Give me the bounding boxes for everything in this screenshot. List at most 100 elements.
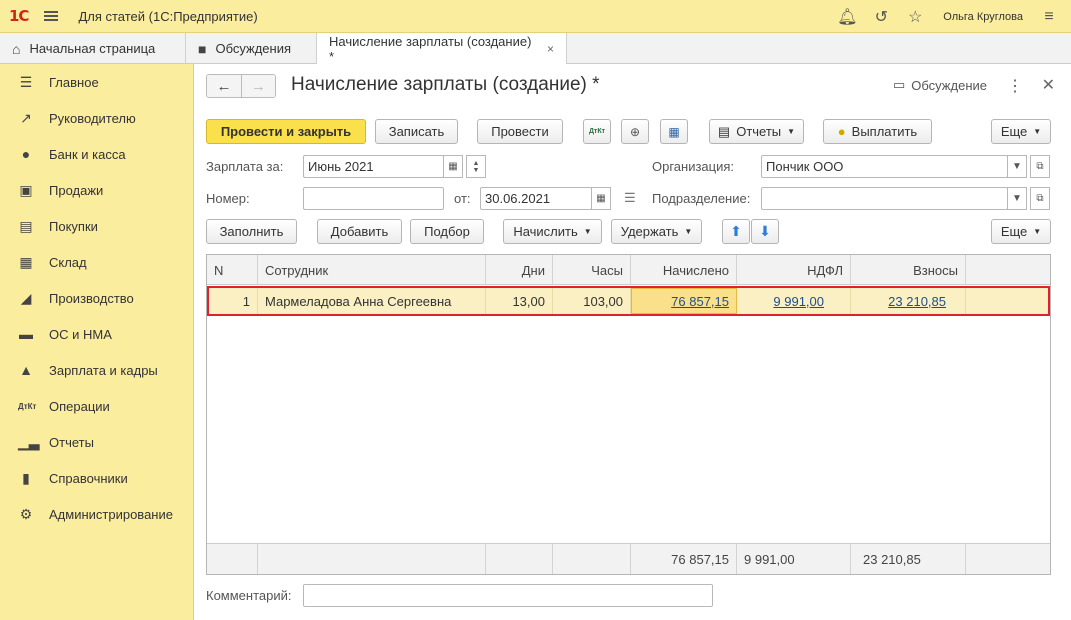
gear-icon: ⚙ (19, 505, 33, 522)
user-name[interactable]: Ольга Круглова (943, 11, 1023, 23)
select-button[interactable]: Подбор (410, 219, 484, 244)
sidebar-item-main[interactable]: ☰ Главное (0, 64, 193, 100)
book-icon: ▮ (22, 469, 30, 486)
forward-icon[interactable]: → (241, 75, 275, 97)
move-down-icon[interactable]: ⬇ (751, 219, 779, 244)
total-ndfl: 9 991,00 (737, 544, 851, 574)
history-list-icon[interactable]: ☰ (624, 190, 636, 206)
app-logo[interactable]: 1С (9, 7, 29, 25)
org-field[interactable]: Пончик ООО (761, 155, 1008, 178)
footer-cell (553, 544, 631, 574)
sidebar-item-sales[interactable]: ▣ Продажи (0, 172, 193, 208)
discussion-link[interactable]: ▭ Обсуждение (893, 77, 987, 93)
number-field[interactable] (303, 187, 444, 210)
reports-icon: ▤ (717, 123, 731, 139)
sidebar-item-assets[interactable]: ▬ ОС и НМА (0, 316, 193, 352)
sidebar-item-salary[interactable]: ▲ Зарплата и кадры (0, 352, 193, 388)
history-icon[interactable]: ↺ (869, 5, 893, 29)
more-label: Еще (1000, 224, 1028, 239)
back-icon[interactable]: ← (207, 75, 241, 97)
cell-ndfl[interactable]: 9 991,00 (737, 288, 851, 314)
close-icon[interactable]: ✕ (1042, 75, 1055, 95)
save-button[interactable]: Записать (375, 119, 458, 144)
coin-icon: ● (837, 124, 846, 139)
more-button[interactable]: Еще ▼ (991, 119, 1051, 144)
post-and-close-button[interactable]: Провести и закрыть (206, 119, 366, 144)
col-header-contrib[interactable]: Взносы (851, 255, 966, 285)
more-actions-icon[interactable]: ⋮ (1007, 76, 1023, 96)
col-header-employee[interactable]: Сотрудник (258, 255, 486, 285)
cell-days[interactable]: 13,00 (486, 288, 553, 314)
sidebar-item-warehouse[interactable]: ▦ Склад (0, 244, 193, 280)
table-row[interactable]: 1 Мармеладова Анна Сергеевна 13,00 103,0… (207, 286, 1050, 316)
open-icon[interactable]: ⧉ (1030, 187, 1050, 210)
sidebar-item-operations[interactable]: ДтКт Операции (0, 388, 193, 424)
calendar-icon[interactable]: ▦ (591, 187, 611, 210)
dept-field[interactable] (761, 187, 1008, 210)
close-icon[interactable]: × (547, 42, 554, 56)
tab-label: Начальная страница (29, 41, 156, 56)
tab-discussions[interactable]: ■ Обсуждения (186, 33, 317, 64)
home-icon: ⌂ (12, 40, 21, 57)
accrue-button[interactable]: Начислить ▼ (503, 219, 602, 244)
cell-employee[interactable]: Мармеладова Анна Сергеевна (258, 288, 486, 314)
star-icon[interactable]: ☆ (903, 5, 927, 29)
cell-hours[interactable]: 103,00 (553, 288, 631, 314)
dt-kt-icon[interactable]: ДтКт (583, 119, 611, 144)
calendar-icon[interactable]: ▦ (443, 155, 463, 178)
salary-for-label: Зарплата за: (206, 159, 284, 174)
accrue-label: Начислить (513, 224, 578, 239)
chevron-down-icon: ▼ (1033, 127, 1042, 136)
structure-icon[interactable]: ▦ (660, 119, 688, 144)
post-button[interactable]: Провести (477, 119, 563, 144)
contrib-link[interactable]: 23 210,85 (888, 294, 946, 309)
reports-button[interactable]: ▤ Отчеты ▼ (709, 119, 804, 144)
date-field[interactable]: 30.06.2021 (480, 187, 592, 210)
pay-button[interactable]: ● Выплатить (823, 119, 932, 144)
tab-home[interactable]: ⌂ Начальная страница (0, 33, 186, 64)
accrued-link[interactable]: 76 857,15 (671, 294, 729, 309)
ndfl-link[interactable]: 9 991,00 (773, 294, 824, 309)
chevron-down-icon[interactable]: ▼ (1007, 187, 1027, 210)
col-header-ndfl[interactable]: НДФЛ (737, 255, 851, 285)
chevron-down-icon[interactable]: ▼ (1007, 155, 1027, 178)
col-header-hours[interactable]: Часы (553, 255, 631, 285)
sidebar-item-label: Главное (49, 74, 99, 90)
table-more-button[interactable]: Еще ▼ (991, 219, 1051, 244)
add-button[interactable]: Добавить (317, 219, 402, 244)
sidebar-item-label: Руководителю (49, 110, 136, 126)
bell-icon[interactable]: 🔔︎ (835, 5, 859, 29)
col-header-n[interactable]: N (207, 255, 258, 285)
col-header-accrued[interactable]: Начислено (631, 255, 737, 285)
sidebar-item-purchases[interactable]: ▤ Покупки (0, 208, 193, 244)
fill-button[interactable]: Заполнить (206, 219, 297, 244)
sidebar-item-admin[interactable]: ⚙ Администрирование (0, 496, 193, 532)
move-up-icon[interactable]: ⬆ (722, 219, 750, 244)
stepper-icon[interactable]: ▲ ▼ (466, 155, 486, 178)
settings-menu-icon[interactable]: ≡ (1037, 5, 1061, 29)
open-icon[interactable]: ⧉ (1030, 155, 1050, 178)
table-footer: 76 857,15 9 991,00 23 210,85 (207, 543, 1050, 574)
col-header-days[interactable]: Дни (486, 255, 553, 285)
open-tabs: ⌂ Начальная страница ■ Обсуждения Начисл… (0, 33, 1071, 65)
tab-salary-doc[interactable]: Начисление зарплаты (создание) * × (317, 33, 567, 65)
sidebar-item-catalogs[interactable]: ▮ Справочники (0, 460, 193, 496)
sidebar-item-label: Банк и касса (49, 146, 126, 162)
sidebar-item-manager[interactable]: ↗ Руководителю (0, 100, 193, 136)
attachment-icon[interactable]: ⊕ (621, 119, 649, 144)
cell-n[interactable]: 1 (209, 288, 258, 314)
comment-field[interactable] (303, 584, 713, 607)
sidebar-item-bank[interactable]: ● Банк и касса (0, 136, 193, 172)
number-label: Номер: (206, 191, 250, 206)
footer-cell (258, 544, 486, 574)
withhold-button[interactable]: Удержать ▼ (611, 219, 702, 244)
salary-for-field[interactable]: Июнь 2021 (303, 155, 444, 178)
main-menu-icon[interactable] (44, 11, 59, 21)
footer-cell (207, 544, 258, 574)
cell-accrued[interactable]: 76 857,15 (631, 288, 737, 314)
cell-contrib[interactable]: 23 210,85 (851, 288, 966, 314)
sidebar-item-production[interactable]: ◢ Производство (0, 280, 193, 316)
menu-lines-icon: ☰ (19, 73, 33, 90)
sidebar-item-reports[interactable]: ▁▃ Отчеты (0, 424, 193, 460)
dept-label: Подразделение: (652, 191, 751, 206)
